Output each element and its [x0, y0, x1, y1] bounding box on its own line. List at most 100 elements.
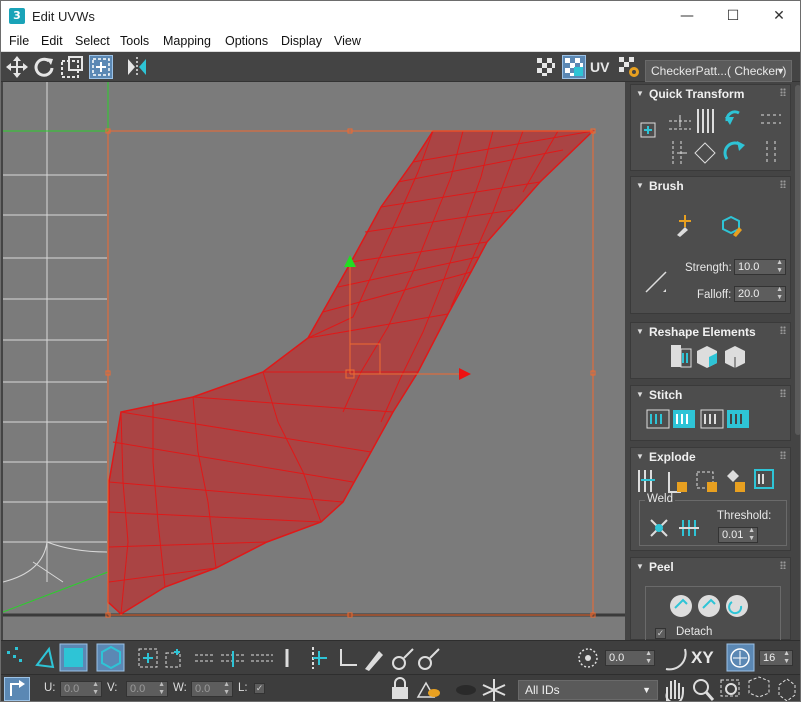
show-map-icon[interactable]: [534, 55, 558, 79]
quick-transform-title: Quick Transform: [649, 87, 745, 101]
checker-map-icon[interactable]: [562, 55, 586, 79]
menu-file[interactable]: File: [9, 34, 29, 48]
coordinate-bar: U: 0.0 ▲ ▼ V: 0.0 ▲ ▼ W: 0.0 ▲ ▼ L: ✓ All IDs …: [1, 674, 801, 702]
spinner-arrows-icon[interactable]: ▲ ▼: [776, 259, 783, 275]
menu-view[interactable]: View: [334, 34, 361, 48]
stitch-header[interactable]: Stitch: [631, 386, 790, 404]
falloff-label: Falloff:: [697, 289, 732, 301]
detach-checkbox[interactable]: ✓: [655, 628, 666, 639]
stitch-title: Stitch: [649, 388, 683, 402]
uv-canvas[interactable]: [3, 82, 625, 640]
falloff-spinner[interactable]: 20.0 ▲ ▼: [734, 286, 786, 302]
strength-spinner[interactable]: 10.0 ▲ ▼: [734, 259, 786, 275]
v-label: V:: [107, 682, 118, 694]
w-spinner[interactable]: 0.0 ▲ ▼: [191, 681, 233, 697]
absolute-offset-icon[interactable]: [4, 677, 30, 701]
v-value: 0.0: [130, 683, 146, 695]
brush-title: Brush: [649, 179, 684, 193]
panel-scrollbar[interactable]: [795, 85, 800, 435]
u-label: U:: [44, 682, 56, 694]
scale-tool-icon[interactable]: [60, 55, 84, 79]
reshape-elements-rollout: Reshape Elements: [630, 322, 791, 379]
threshold-spinner[interactable]: 0.01 ▲ ▼: [718, 527, 758, 543]
view-nav-icons[interactable]: [661, 675, 801, 702]
texture-dropdown-value: CheckerPatt...( Checker ): [651, 64, 787, 78]
strength-label: Strength:: [685, 262, 732, 274]
rotate-angle-spinner[interactable]: 0.0 ▲ ▼: [605, 650, 655, 666]
brush-header[interactable]: Brush: [631, 177, 790, 195]
material-id-value: All IDs: [525, 683, 560, 697]
w-value: 0.0: [195, 683, 211, 695]
explode-header[interactable]: Explode: [631, 448, 790, 466]
reshape-elements-header[interactable]: Reshape Elements: [631, 323, 790, 341]
weld-target-icon[interactable]: [677, 516, 701, 545]
xy-axis-button[interactable]: XY: [691, 648, 714, 668]
v-spinner[interactable]: 0.0 ▲ ▼: [126, 681, 168, 697]
uv-viewport[interactable]: [3, 82, 625, 640]
menu-bar: File Edit Select Tools Mapping Options D…: [1, 32, 800, 52]
peel-title: Peel: [649, 560, 674, 574]
rotate-tool-icon[interactable]: [32, 55, 56, 79]
mirror-tool-icon[interactable]: [125, 55, 149, 79]
peel-rollout: Peel ✓ Detach: [630, 557, 791, 640]
gizmo-u-arrow: [459, 368, 471, 380]
title-bar: 3 Edit UVWs — ☐ ✕: [1, 1, 800, 32]
grid-size-value: 16: [763, 652, 776, 664]
edit-uvws-window: 3 Edit UVWs — ☐ ✕ File Edit Select Tools…: [0, 0, 801, 702]
spinner-arrows-icon[interactable]: ▲ ▼: [223, 681, 230, 697]
window-title: Edit UVWs: [32, 9, 95, 24]
reshape-elements-title: Reshape Elements: [649, 325, 756, 339]
paint-move-icon[interactable]: [673, 213, 697, 242]
weld-selected-icon[interactable]: [647, 516, 671, 545]
selection-lock-icons[interactable]: [386, 675, 516, 702]
relax-brush-icon[interactable]: [719, 213, 743, 242]
quick-transform-tools[interactable]: [631, 103, 790, 169]
chevron-down-icon: ▼: [776, 66, 785, 76]
explode-title: Explode: [649, 450, 696, 464]
grid-size-spinner[interactable]: 16 ▲ ▼: [759, 650, 793, 666]
menu-select[interactable]: Select: [75, 34, 110, 48]
minimize-button[interactable]: —: [664, 1, 710, 32]
app-icon: 3: [9, 8, 25, 24]
quick-transform-rollout: Quick Transform: [630, 84, 791, 171]
stitch-tools[interactable]: [631, 404, 790, 440]
brush-falloff-icon: [643, 269, 669, 300]
menu-edit[interactable]: Edit: [41, 34, 63, 48]
freeform-tool-icon[interactable]: [89, 55, 113, 79]
maximize-button[interactable]: ☐: [710, 1, 756, 32]
peel-tools[interactable]: [669, 592, 759, 620]
threshold-value: 0.01: [722, 529, 744, 541]
falloff-value: 20.0: [738, 288, 760, 300]
uv-axis-button[interactable]: UV: [590, 55, 614, 79]
spinner-arrows-icon[interactable]: ▲ ▼: [645, 650, 652, 666]
uv-grid-lines: [3, 82, 108, 583]
u-value: 0.0: [64, 683, 80, 695]
checker-settings-icon[interactable]: [617, 55, 641, 79]
material-id-dropdown[interactable]: All IDs ▼: [518, 680, 658, 700]
spinner-arrows-icon[interactable]: ▲ ▼: [748, 527, 755, 543]
move-tool-icon[interactable]: [5, 55, 29, 79]
spinner-arrows-icon[interactable]: ▲ ▼: [776, 286, 783, 302]
spinner-arrows-icon[interactable]: ▲ ▼: [158, 681, 165, 697]
strength-value: 10.0: [738, 261, 760, 273]
weld-label: Weld: [645, 493, 675, 505]
l-label: L:: [238, 682, 248, 694]
menu-options[interactable]: Options: [225, 34, 268, 48]
close-button[interactable]: ✕: [756, 1, 800, 32]
u-spinner[interactable]: 0.0 ▲ ▼: [60, 681, 102, 697]
threshold-label: Threshold:: [717, 510, 772, 522]
quick-transform-header[interactable]: Quick Transform: [631, 85, 790, 103]
l-checkbox[interactable]: ✓: [254, 683, 265, 694]
detach-label: Detach: [676, 626, 713, 638]
reshape-tools[interactable]: [631, 341, 790, 377]
spinner-arrows-icon[interactable]: ▲ ▼: [783, 650, 790, 666]
spinner-arrows-icon[interactable]: ▲ ▼: [92, 681, 99, 697]
menu-display[interactable]: Display: [281, 34, 322, 48]
menu-tools[interactable]: Tools: [120, 34, 149, 48]
texture-dropdown[interactable]: CheckerPatt...( Checker ) ▼: [645, 60, 792, 82]
menu-mapping[interactable]: Mapping: [163, 34, 211, 48]
stitch-rollout: Stitch: [630, 385, 791, 441]
explode-tools[interactable]: [631, 466, 790, 496]
bottom-tool-icons[interactable]: [1, 641, 801, 675]
peel-header[interactable]: Peel: [631, 558, 790, 576]
